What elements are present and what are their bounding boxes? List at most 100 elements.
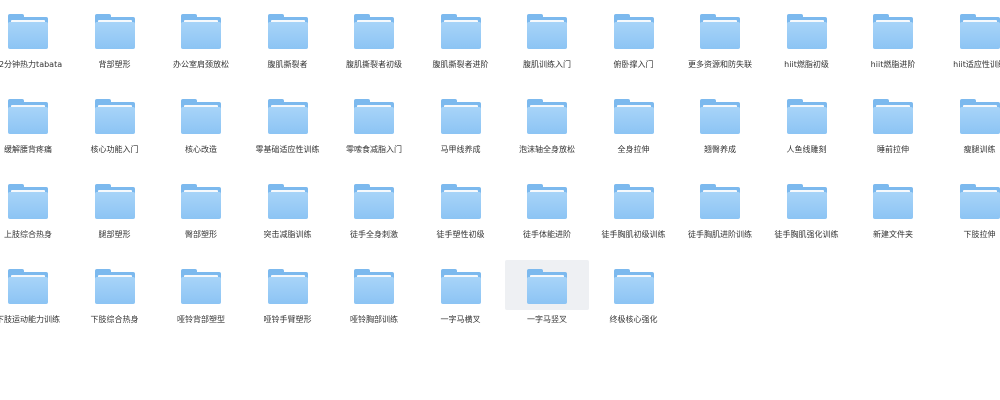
folder-item[interactable]: 突击减脂训练	[246, 175, 330, 261]
folder-tile[interactable]	[592, 175, 676, 225]
folder-tile[interactable]	[419, 5, 503, 55]
folder-tile[interactable]	[246, 175, 330, 225]
folder-item[interactable]: 下肢运动能力训练	[0, 260, 70, 346]
folder-label[interactable]: 下肢综合热身	[73, 313, 157, 326]
folder-tile[interactable]	[938, 90, 1000, 140]
folder-icon[interactable]	[959, 99, 1000, 134]
folder-icon[interactable]	[354, 269, 394, 304]
folder-item[interactable]: 徒手体能进阶	[505, 175, 589, 261]
folder-icon[interactable]	[527, 14, 567, 49]
folder-tile[interactable]	[851, 5, 935, 55]
folder-item[interactable]: 瘦腿训练	[938, 90, 1000, 176]
folder-item[interactable]: 新建文件夹	[851, 175, 935, 261]
folder-label[interactable]: 徒手体能进阶	[505, 228, 589, 241]
folder-label[interactable]: 全身拉伸	[592, 143, 676, 156]
folder-label[interactable]: 新建文件夹	[851, 228, 935, 241]
folder-tile[interactable]	[505, 175, 589, 225]
folder-icon[interactable]	[959, 14, 1000, 49]
folder-label[interactable]: 下肢运动能力训练	[0, 313, 70, 326]
folder-icon[interactable]	[873, 184, 913, 219]
folder-label[interactable]: 徒手塑性初级	[419, 228, 503, 241]
folder-item[interactable]: 徒手全身刺激	[332, 175, 416, 261]
folder-item[interactable]: 徒手胸肌进阶训练	[678, 175, 762, 261]
folder-tile[interactable]	[0, 175, 70, 225]
folder-icon[interactable]	[440, 269, 481, 304]
folder-label[interactable]: 腹肌撕裂者	[246, 58, 330, 71]
folder-tile[interactable]	[246, 260, 330, 310]
folder-label[interactable]: 腹肌撕裂者初级	[332, 58, 416, 71]
folder-item[interactable]: 俯卧撑入门	[592, 5, 676, 91]
folder-label[interactable]: 更多资源和防失联	[678, 58, 762, 71]
folder-tile[interactable]	[419, 260, 503, 310]
folder-item[interactable]: 徒手胸肌强化训练	[765, 175, 849, 261]
folder-tile[interactable]	[159, 5, 243, 55]
folder-item[interactable]: 核心改造	[159, 90, 243, 176]
folder-tile[interactable]	[765, 5, 849, 55]
folder-tile[interactable]	[0, 5, 70, 55]
folder-item[interactable]: 终极核心强化	[592, 260, 676, 346]
folder-icon[interactable]	[354, 99, 394, 134]
folder-icon[interactable]	[786, 14, 827, 49]
folder-icon[interactable]	[786, 184, 827, 219]
folder-label[interactable]: 睡前拉伸	[851, 143, 935, 156]
folder-label[interactable]: 徒手胸肌初级训练	[592, 228, 676, 241]
folder-label[interactable]: 核心改造	[159, 143, 243, 156]
folder-icon[interactable]	[613, 99, 654, 134]
folder-icon[interactable]	[613, 14, 654, 49]
folder-label[interactable]: 12分钟热力tabata	[0, 58, 70, 71]
folder-item[interactable]: 腹肌撕裂者	[246, 5, 330, 91]
folder-item[interactable]: 臀部塑形	[159, 175, 243, 261]
folder-label[interactable]: 缓解腰背疼痛	[0, 143, 70, 156]
folder-tile[interactable]	[505, 5, 589, 55]
folder-label[interactable]: 哑铃胸部训练	[332, 313, 416, 326]
folder-label[interactable]: 零基础适应性训练	[246, 143, 330, 156]
folder-label[interactable]: hiit燃脂进阶	[851, 58, 935, 71]
folder-icon[interactable]	[267, 99, 308, 134]
folder-label[interactable]: 一字马横叉	[419, 313, 503, 326]
folder-icon[interactable]	[786, 99, 827, 134]
folder-tile[interactable]	[592, 260, 676, 310]
folder-item[interactable]: 腹肌训练入门	[505, 5, 589, 91]
folder-tile[interactable]	[73, 260, 157, 310]
folder-tile[interactable]	[159, 175, 243, 225]
folder-tile[interactable]	[678, 5, 762, 55]
folder-icon[interactable]	[94, 14, 135, 49]
folder-tile[interactable]	[159, 90, 243, 140]
folder-icon[interactable]	[181, 99, 221, 134]
folder-icon[interactable]	[354, 184, 394, 219]
folder-item[interactable]: 更多资源和防失联	[678, 5, 762, 91]
folder-label[interactable]: 泡沫轴全身放松	[505, 143, 589, 156]
folder-item[interactable]: 一字马竖叉	[505, 260, 589, 346]
folder-item[interactable]: 腿部塑形	[73, 175, 157, 261]
folder-label[interactable]: 一字马竖叉	[505, 313, 589, 326]
folder-tile[interactable]	[678, 175, 762, 225]
folder-icon[interactable]	[440, 99, 481, 134]
folder-item[interactable]: 全身拉伸	[592, 90, 676, 176]
folder-label[interactable]: 哑铃手臂塑形	[246, 313, 330, 326]
folder-icon[interactable]	[527, 184, 567, 219]
folder-icon[interactable]	[700, 184, 740, 219]
folder-tile[interactable]	[419, 90, 503, 140]
folder-item[interactable]: 腹肌撕裂者进阶	[419, 5, 503, 91]
folder-label[interactable]: 哑铃背部塑型	[159, 313, 243, 326]
folder-item[interactable]: 哑铃胸部训练	[332, 260, 416, 346]
folder-tile[interactable]	[765, 175, 849, 225]
folder-item[interactable]: hiit适应性训练	[938, 5, 1000, 91]
folder-item[interactable]: 缓解腰背疼痛	[0, 90, 70, 176]
folder-label[interactable]: 徒手胸肌进阶训练	[678, 228, 762, 241]
folder-tile[interactable]	[246, 90, 330, 140]
folder-label[interactable]: 马甲线养成	[419, 143, 503, 156]
folder-icon[interactable]	[267, 269, 308, 304]
folder-item[interactable]: 核心功能入门	[73, 90, 157, 176]
folder-icon[interactable]	[94, 99, 135, 134]
folder-label[interactable]: 零嗦食减脂入门	[332, 143, 416, 156]
folder-label[interactable]: 腿部塑形	[73, 228, 157, 241]
folder-icon[interactable]	[181, 184, 221, 219]
folder-item[interactable]: 上肢综合热身	[0, 175, 70, 261]
folder-item[interactable]: 下肢拉伸	[938, 175, 1000, 261]
folder-label[interactable]: hiit适应性训练	[938, 58, 1000, 71]
folder-item[interactable]: 徒手塑性初级	[419, 175, 503, 261]
folder-tile[interactable]	[332, 175, 416, 225]
folder-icon[interactable]	[354, 14, 394, 49]
folder-tile[interactable]	[0, 90, 70, 140]
